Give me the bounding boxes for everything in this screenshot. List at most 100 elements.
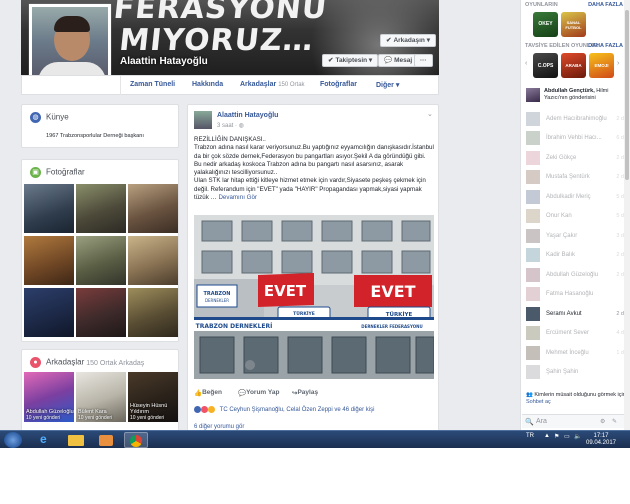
photo-thumb[interactable]	[128, 184, 178, 233]
tab-timeline[interactable]: Zaman Tüneli	[130, 81, 175, 88]
intro-card: ◍ Künye 1967 Trabzonsporlular Derneği baş…	[21, 104, 179, 148]
photo-thumb[interactable]	[24, 184, 74, 233]
flag-icon[interactable]: ⚑	[554, 433, 559, 440]
photo-thumb[interactable]	[24, 288, 74, 337]
contact-name: Kadir Balık	[546, 252, 576, 258]
contact-last-active: 3 d	[616, 233, 624, 239]
post-author[interactable]: Alaattin Hatayoğlu	[217, 112, 278, 119]
games-header: OYUNLARIN DAHA FAZLA	[525, 2, 623, 8]
game-tile[interactable]: ARABA	[561, 53, 586, 78]
comment-label: Yorum Yap	[246, 389, 280, 396]
notification-item[interactable]: Abdullah Gençtürk, Hilmi Yazıcı'nın gönd…	[526, 88, 626, 106]
contact-item[interactable]: Abdulkadir Meriç 5 d	[526, 190, 626, 204]
folder-icon	[68, 435, 84, 446]
post-image[interactable]: TRABZON DERNEKLER EVET TÜRKİYE YENİLENSİ…	[194, 215, 434, 379]
see-more-link[interactable]: Devamını Gör	[218, 194, 257, 201]
right-sidebar: OYUNLARIN DAHA FAZLA OKEY SANAL FUTBOL TA…	[520, 0, 630, 430]
contact-item[interactable]: Kadir Balık 2 d	[526, 248, 626, 262]
friends-card: ● Arkadaşlar 150 Ortak Arkadaş Abdullah Gü…	[21, 349, 179, 430]
compose-icon[interactable]: ✎	[612, 418, 617, 425]
suggested-more-link[interactable]: DAHA FAZLA	[588, 43, 623, 49]
game-tile[interactable]: SANAL FUTBOL	[561, 12, 586, 37]
contact-avatar	[526, 112, 540, 126]
post-timestamp[interactable]: 3 saat · ◍	[217, 122, 244, 129]
explorer-taskbar-button[interactable]	[64, 432, 88, 448]
games-more-link[interactable]: DAHA FAZLA	[588, 2, 623, 8]
post-paragraph: REZİLLİĞİN DANIŞKASI..	[194, 136, 266, 143]
chevron-down-icon[interactable]: ⌄	[427, 110, 433, 118]
language-indicator[interactable]: TR	[526, 433, 534, 439]
taskbar-clock[interactable]: 17:17 09.04.2017	[584, 433, 618, 447]
chevron-left-icon[interactable]: ‹	[525, 60, 527, 67]
open-chat-link[interactable]: Sohbet aç	[526, 399, 551, 405]
contact-item[interactable]: Mustafa Şentürk 2 d	[526, 170, 626, 184]
contact-item[interactable]: Seramı Avkut 2 d	[526, 307, 626, 321]
chevron-right-icon[interactable]: ›	[617, 60, 619, 67]
volume-icon[interactable]: 🔈	[574, 433, 581, 440]
contact-name: Onur Kan	[546, 213, 572, 219]
post-paragraph-last: Ulan STK lar hitap ettiği kitleye hizmet…	[194, 177, 434, 202]
contact-item[interactable]: Ercüment Sever 4 d	[526, 326, 626, 340]
start-button[interactable]	[4, 432, 22, 448]
photo-thumb[interactable]	[24, 236, 74, 285]
intro-item: 1967 Trabzonsporlular Derneği başkanı	[46, 133, 144, 139]
scrollbar[interactable]	[624, 0, 630, 430]
friend-tile[interactable]: Abdullah Güzeloğlu 10 yeni gönderi	[24, 372, 74, 422]
contact-last-active: 4 d	[616, 330, 624, 336]
chat-search[interactable]: 🔍 Ara ⚙ ✎	[522, 414, 626, 428]
photo-thumb[interactable]	[128, 288, 178, 337]
ie-taskbar-button[interactable]: e	[34, 432, 58, 448]
game-tile[interactable]: C.OPS	[533, 53, 558, 78]
suggested-games-header: TAVSİYE EDİLEN OYUNLAR DAHA FAZLA	[525, 43, 623, 49]
contact-name: Yaşar Çakır	[546, 233, 578, 239]
contact-last-active: 2 d	[616, 174, 624, 180]
profile-picture[interactable]	[29, 4, 111, 86]
following-button-label: Takiptesin	[335, 57, 368, 64]
contact-item[interactable]: Şahin Şahin	[526, 365, 626, 379]
friend-tile[interactable]: Bülent Kara 10 yeni gönderi	[76, 372, 126, 422]
scrollbar-thumb[interactable]	[625, 10, 629, 180]
contact-item[interactable]: Zeki Gökçe 2 d	[526, 151, 626, 165]
contact-item[interactable]: Onur Kan 5 d	[526, 209, 626, 223]
media-taskbar-button[interactable]	[94, 432, 118, 448]
share-button[interactable]: ↪ Paylaş	[292, 389, 318, 397]
comment-button[interactable]: 💬 Yorum Yap	[238, 389, 279, 397]
photo-thumb[interactable]	[128, 236, 178, 285]
tab-friends[interactable]: Arkadaşlar 150 Ortak	[240, 81, 305, 88]
contact-last-active: 6 d	[616, 135, 624, 141]
like-reaction-icon	[194, 406, 201, 413]
post-author-avatar[interactable]	[194, 111, 212, 129]
photo-thumb[interactable]	[76, 288, 126, 337]
friends-button-label: Arkadaşın	[393, 37, 425, 44]
following-button[interactable]: ✔ Takiptesin ▾	[322, 54, 379, 67]
tab-photos[interactable]: Fotoğraflar	[320, 81, 357, 88]
chat-hint: 👥 Kimlerin müsait olduğunu görmek için S…	[526, 392, 626, 406]
contact-item[interactable]: İbrahim Vehbi Hacı... 6 d	[526, 131, 626, 145]
profile-name[interactable]: Alaattin Hatayoğlu	[120, 56, 208, 67]
contact-item[interactable]: Yaşar Çakır 3 d	[526, 229, 626, 243]
chrome-taskbar-button[interactable]	[124, 432, 148, 448]
contact-item[interactable]: Adem Hacıibrahimoğlu 2 d	[526, 112, 626, 126]
tray-arrow-icon[interactable]: ▲	[544, 433, 550, 439]
game-tile[interactable]: EMOJI	[589, 53, 614, 78]
contact-last-active: 5 d	[616, 194, 624, 200]
contact-item[interactable]: Mehmet İnceğlu 1 d	[526, 346, 626, 360]
like-button[interactable]: 👍 Beğen	[194, 389, 222, 397]
more-button[interactable]: ···	[414, 54, 433, 67]
tab-about[interactable]: Hakkında	[192, 81, 223, 88]
tab-more[interactable]: Diğer ▾	[376, 81, 399, 89]
network-icon[interactable]: ▭	[564, 433, 570, 440]
contact-item[interactable]: Fatma Hasanoğlu	[526, 287, 626, 301]
empty-area	[0, 448, 630, 504]
message-button[interactable]: 💬 Mesaj	[378, 54, 419, 67]
reactions-summary[interactable]: TC Ceyhun Şişmanoğlu, Celal Özen Zeppi v…	[194, 406, 374, 413]
gear-icon[interactable]: ⚙	[600, 418, 605, 425]
photo-thumb[interactable]	[76, 184, 126, 233]
contact-item[interactable]: Abdullah Güzeloğlu 2 d	[526, 268, 626, 282]
photo-thumb[interactable]	[76, 236, 126, 285]
contact-name: Fatma Hasanoğlu	[546, 291, 594, 297]
friend-tile[interactable]: Hüseyin Hüsnü Yıldırım 10 yeni gönderi	[128, 372, 178, 422]
friends-button[interactable]: ✔ Arkadaşın ▾	[380, 34, 436, 47]
game-tile[interactable]: OKEY	[533, 12, 558, 37]
svg-text:TÜRKİYE: TÜRKİYE	[293, 310, 315, 317]
